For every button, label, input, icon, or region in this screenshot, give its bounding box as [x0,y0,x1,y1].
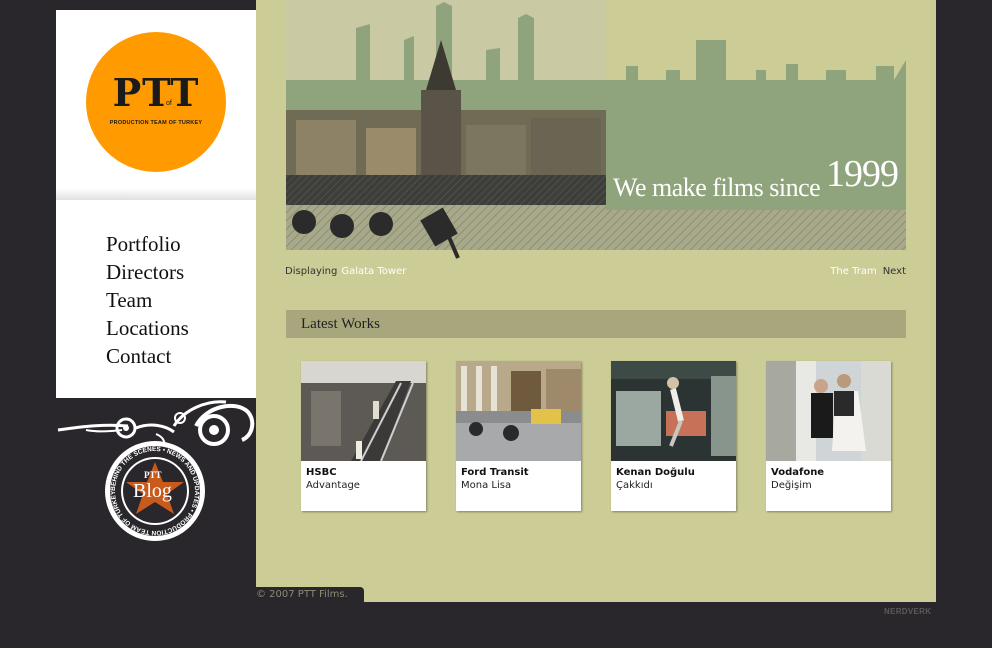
main-nav: Portfolio Directors Team Locations Conta… [106,230,189,370]
sidebar: PTT of PRODUCTION TEAM OF TURKEY Portfol… [56,10,256,398]
work-thumbnail [611,361,736,461]
work-thumbnail [766,361,891,461]
blog-ring-text: BEHIND THE SCENES • NEWS AND UPDATES • P… [56,396,200,536]
work-subtitle: Mona Lisa [461,480,512,491]
nav-item-contact[interactable]: Contact [106,342,189,370]
work-subtitle: Değişim [771,480,812,491]
logo-circle: PTT of PRODUCTION TEAM OF TURKEY [86,32,226,172]
work-title: Ford Transit [461,467,529,478]
caption-nav: The Tram Next [830,266,906,277]
sidebar-divider [56,188,256,200]
copyright-tab: © 2007 PTT Films. [256,587,364,602]
work-title: Kenan Doğulu [616,467,695,478]
work-title: HSBC [306,467,337,478]
work-thumbnail [456,361,581,461]
next-slide-name[interactable]: The Tram [830,266,876,277]
caption-label: Displaying [285,266,338,277]
work-card[interactable]: Ford Transit Mona Lisa [456,361,581,511]
blog-badge[interactable]: PTT Blog BEHIND THE SCENES • NEWS AND UP… [56,396,258,546]
hero-banner[interactable]: We make films since 1999 [286,0,906,262]
work-card[interactable]: Kenan Doğulu Çakkıdı [611,361,736,511]
banner-tagline: We make films since [613,173,821,203]
latest-works-title: Latest Works [301,316,380,332]
work-card[interactable]: HSBC Advantage [301,361,426,511]
work-card[interactable]: Vodafone Değişim [766,361,891,511]
logo-subtitle: PRODUCTION TEAM OF TURKEY [109,120,203,126]
work-title: Vodafone [771,467,825,478]
banner-tagline-text: We make films since [613,173,821,202]
nav-item-team[interactable]: Team [106,286,189,314]
work-subtitle: Çakkıdı [616,480,653,491]
work-thumbnail [301,361,426,461]
next-link[interactable]: Next [883,266,906,277]
caption-value: Galata Tower [341,266,407,277]
latest-works-header: Latest Works [286,310,906,338]
logo-text: PTT [112,70,200,115]
nav-item-directors[interactable]: Directors [106,258,189,286]
logo-of: of [166,100,172,107]
copyright-text: © 2007 PTT Films. [256,589,348,600]
nav-item-locations[interactable]: Locations [106,314,189,342]
main-content: We make films since 1999 Displaying Galat… [256,0,936,602]
work-subtitle: Advantage [306,480,360,491]
skyline-illustration-icon [286,0,906,259]
site-credit[interactable]: NERDVERK [884,607,931,616]
nav-item-portfolio[interactable]: Portfolio [106,230,189,258]
banner-year: 1999 [826,153,899,195]
logo[interactable]: PTT of PRODUCTION TEAM OF TURKEY [56,10,256,198]
banner-caption: Displaying Galata Tower The Tram Next [285,266,906,280]
svg-text:BEHIND THE SCENES • NEWS AND U: BEHIND THE SCENES • NEWS AND UPDATES • P… [56,396,200,536]
